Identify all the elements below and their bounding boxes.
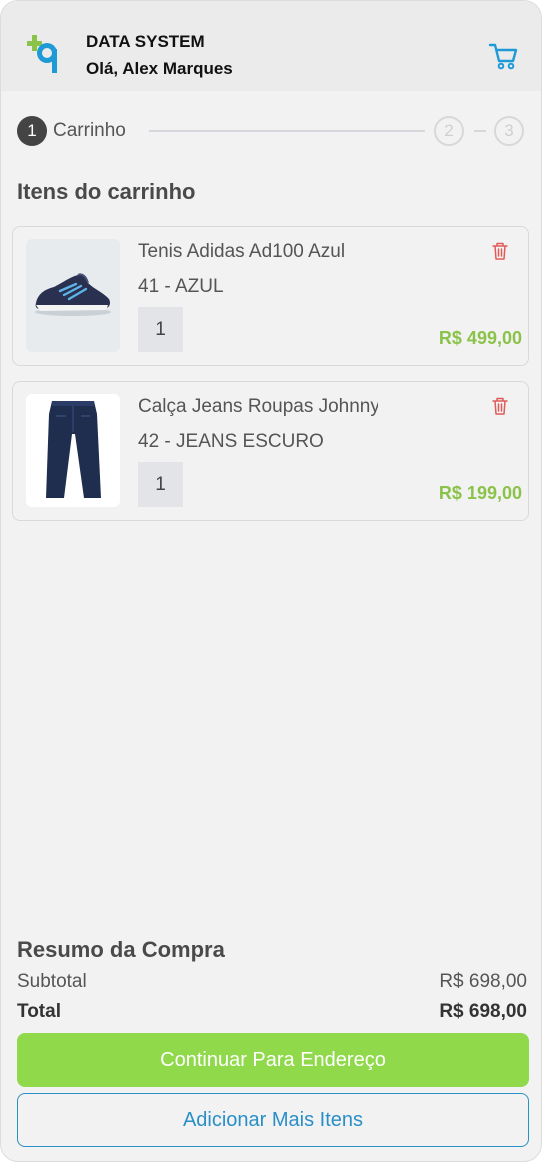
product-name: Calça Jeans Roupas Johnny: [138, 396, 378, 417]
quantity-field[interactable]: 1: [138, 462, 183, 507]
step-2-indicator: 2: [434, 116, 464, 146]
step-connector-dash: [474, 130, 486, 132]
cart-section-title: Itens do carrinho: [17, 179, 196, 204]
checkout-screen: DATA SYSTEM Olá, Alex Marques 1 Carrinho…: [0, 0, 542, 1162]
total-label: Total: [17, 1001, 61, 1022]
quantity-field[interactable]: 1: [138, 307, 183, 352]
step-1-indicator: 1: [17, 116, 47, 146]
product-name: Tenis Adidas Ad100 Azul: [138, 241, 346, 262]
summary-title: Resumo da Compra: [17, 937, 225, 962]
delete-trash-icon[interactable]: [491, 396, 509, 416]
cart-item: Calça Jeans Roupas Johnny 42 - JEANS ESC…: [12, 381, 529, 521]
product-image: [26, 394, 120, 507]
delete-trash-icon[interactable]: [491, 241, 509, 261]
product-image: [26, 239, 120, 352]
subtotal-value: R$ 698,00: [439, 971, 527, 992]
shopping-cart-icon[interactable]: [487, 41, 519, 71]
product-variant: 41 - AZUL: [138, 276, 224, 297]
cart-item: Tenis Adidas Ad100 Azul 41 - AZUL 1 R$ 4…: [12, 226, 529, 366]
app-header: DATA SYSTEM Olá, Alex Marques: [1, 1, 541, 91]
product-price: R$ 199,00: [438, 483, 522, 503]
sneaker-icon: [35, 273, 111, 316]
user-greeting: Olá, Alex Marques: [86, 59, 233, 78]
continue-to-address-button[interactable]: Continuar Para Endereço: [17, 1033, 529, 1087]
subtotal-label: Subtotal: [17, 971, 87, 992]
brand-name: DATA SYSTEM: [86, 32, 205, 51]
step-3-indicator: 3: [494, 116, 524, 146]
total-value: R$ 698,00: [439, 1001, 527, 1022]
product-variant: 42 - JEANS ESCURO: [138, 431, 324, 452]
step-connector: [149, 130, 425, 132]
data-system-logo-icon: [27, 35, 57, 73]
step-1-label: Carrinho: [53, 120, 126, 141]
add-more-items-button[interactable]: Adicionar Mais Itens: [17, 1093, 529, 1147]
checkout-stepper: 1 Carrinho 2 3: [17, 116, 527, 148]
jeans-icon: [46, 401, 101, 498]
product-price: R$ 499,00: [438, 328, 522, 348]
